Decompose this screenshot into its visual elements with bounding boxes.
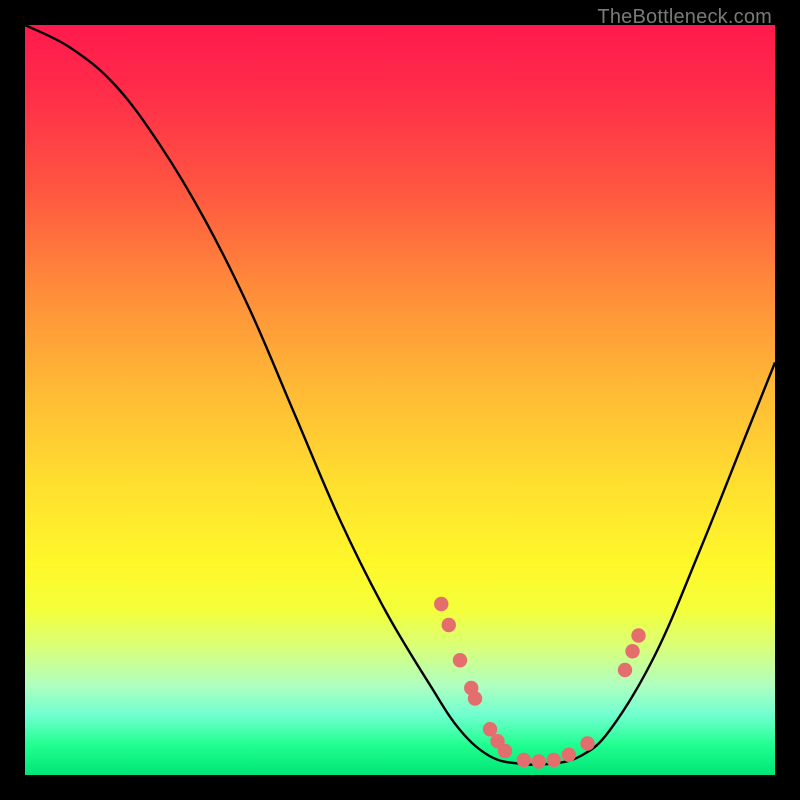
data-dots — [434, 597, 646, 769]
data-dot — [532, 754, 546, 768]
data-dot — [547, 753, 561, 767]
chart-svg — [25, 25, 775, 775]
data-dot — [442, 618, 456, 632]
plot-area — [25, 25, 775, 775]
data-dot — [468, 691, 482, 705]
chart-stage: TheBottleneck.com — [0, 0, 800, 800]
data-dot — [631, 628, 645, 642]
bottleneck-curve — [25, 25, 775, 765]
data-dot — [517, 753, 531, 767]
data-dot — [580, 736, 594, 750]
data-dot — [498, 744, 512, 758]
data-dot — [625, 644, 639, 658]
data-dot — [483, 722, 497, 736]
data-dot — [453, 653, 467, 667]
data-dot — [434, 597, 448, 611]
data-dot — [618, 663, 632, 677]
data-dot — [562, 748, 576, 762]
